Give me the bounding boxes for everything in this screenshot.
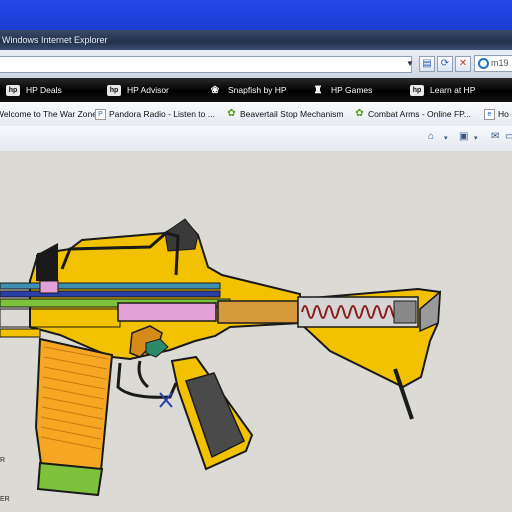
favorite-label: Combat Arms - Online FP... (368, 109, 471, 119)
bing-icon (478, 58, 489, 70)
hp-toolbar-label: HP Advisor (127, 85, 169, 95)
hp-toolbar-item-snapfish[interactable]: ❀ Snapfish by HP (208, 78, 287, 102)
pistol-grip (170, 355, 254, 471)
compatibility-view-icon[interactable]: ▤ (419, 56, 435, 72)
window-title: Windows Internet Explorer (2, 35, 108, 45)
gear-icon: ✿ (355, 108, 364, 120)
favorite-label: Beavertail Stop Mechanism (240, 109, 344, 119)
favorite-label: Pandora Radio - Listen to ... (109, 109, 215, 119)
hp-toolbar-label: HP Deals (26, 85, 62, 95)
snapfish-icon: ❀ (210, 85, 220, 97)
address-dropdown-icon[interactable]: ▼ (404, 57, 416, 71)
page-content: R ER (0, 151, 512, 512)
pandora-icon: P (95, 109, 106, 121)
hp-logo-icon: hp (107, 85, 121, 97)
feeds-icon[interactable]: ▣ (459, 131, 468, 142)
window-titlebar: Windows Internet Explorer (0, 30, 512, 50)
hp-toolbar-label: Snapfish by HP (228, 85, 287, 95)
hp-toolbar-item-deals[interactable]: hp HP Deals (6, 78, 62, 102)
hp-toolbar-item-games[interactable]: ♜ HP Games (311, 78, 373, 102)
rifle-cutaway-diagram (0, 218, 442, 497)
browser-window: Windows Internet Explorer ▼ ▤ ⟳ ✕ m19 hp… (0, 30, 512, 512)
page-icon: e (484, 109, 495, 121)
hp-logo-icon: hp (410, 85, 424, 97)
buffer-tube (297, 296, 419, 328)
command-bar: ⌂ ▾ ▣ ▾ ✉ ▭ (0, 126, 512, 152)
hp-toolbar: hp HP Deals hp HP Advisor ❀ Snapfish by HP … (0, 78, 512, 102)
hp-toolbar-label: Learn at HP (430, 85, 476, 95)
address-input[interactable] (0, 56, 412, 73)
bolt-carrier (117, 300, 299, 324)
favorite-item-ho[interactable]: e Ho (484, 102, 509, 126)
desktop-background (0, 0, 512, 30)
hp-logo-icon: hp (6, 85, 20, 97)
search-text: m19 (491, 58, 509, 68)
favorite-item-beavertail[interactable]: ✿ Beavertail Stop Mechanism (226, 102, 343, 126)
hp-toolbar-item-advisor[interactable]: hp HP Advisor (107, 78, 169, 102)
games-icon: ♜ (313, 85, 323, 97)
favorite-item-pandora[interactable]: P Pandora Radio - Listen to ... (95, 102, 215, 126)
home-dropdown-icon[interactable]: ▾ (444, 134, 448, 142)
home-icon[interactable]: ⌂ (428, 131, 434, 142)
page-side-label: ER (0, 496, 10, 503)
favorite-label: Welcome to The War Zone (0, 109, 97, 119)
search-input[interactable]: m19 (474, 55, 512, 72)
print-icon[interactable]: ▭ (505, 131, 512, 142)
favorites-bar: Welcome to The War Zone P Pandora Radio -… (0, 102, 512, 127)
page-side-label: R (0, 457, 6, 464)
favorite-label: Ho (498, 109, 509, 119)
stop-icon[interactable]: ✕ (455, 56, 471, 72)
mail-icon[interactable]: ✉ (491, 131, 499, 142)
favorite-item-combat-arms[interactable]: ✿ Combat Arms - Online FP... (354, 102, 471, 126)
feeds-dropdown-icon[interactable]: ▾ (474, 134, 478, 142)
hp-toolbar-label: HP Games (331, 85, 373, 95)
refresh-icon[interactable]: ⟳ (437, 56, 453, 72)
magazine (34, 337, 114, 497)
address-bar: ▼ ▤ ⟳ ✕ m19 (0, 50, 512, 78)
favorite-item-war-zone[interactable]: Welcome to The War Zone (0, 102, 97, 126)
gear-icon: ✿ (227, 108, 236, 120)
hp-toolbar-item-learn[interactable]: hp Learn at HP (410, 78, 475, 102)
